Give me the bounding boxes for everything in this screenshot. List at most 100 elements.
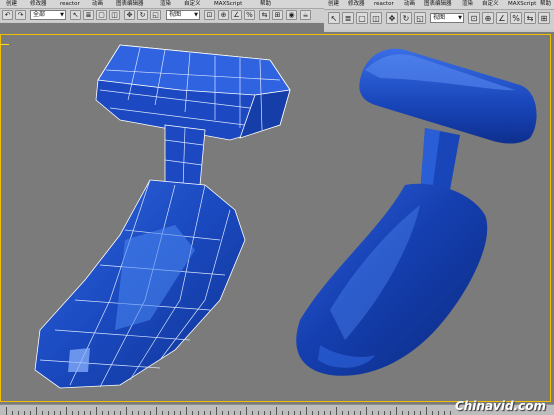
snap-button[interactable]: ⊕: [482, 12, 494, 24]
region-select-button[interactable]: ▢: [356, 12, 368, 24]
mirror-button[interactable]: ⇆: [259, 10, 270, 20]
align-button[interactable]: ⊞: [538, 12, 550, 24]
scale-button[interactable]: ◱: [414, 12, 426, 24]
select-button[interactable]: ↖: [328, 12, 340, 24]
low-poly-model[interactable]: [34, 44, 291, 389]
angle-snap-button[interactable]: ∠: [496, 12, 508, 24]
align-icon: ⊞: [274, 11, 281, 19]
rotate-button[interactable]: ↻: [400, 12, 412, 24]
snap-button[interactable]: ⊕: [218, 10, 229, 20]
pivot-icon: ⊡: [206, 11, 213, 19]
reference-coord-dropdown[interactable]: 视图 ▼: [430, 13, 464, 23]
smooth-model[interactable]: [296, 48, 537, 376]
menu-help[interactable]: 帮助: [260, 0, 271, 8]
time-slider-track[interactable]: Chinavid.com: [0, 399, 554, 415]
timeline-tick: [150, 411, 151, 415]
timeline-tick: [426, 407, 427, 415]
timeline-tick: [180, 411, 181, 415]
chevron-down-icon: ▼: [458, 15, 462, 21]
rotate-button[interactable]: ↻: [137, 10, 148, 20]
timeline-tick: [414, 411, 415, 415]
region-select-button[interactable]: ▢: [96, 10, 107, 20]
timeline-tick: [186, 407, 187, 415]
window-crossing-button[interactable]: ◫: [109, 10, 120, 20]
angle-snap-button[interactable]: ∠: [231, 10, 242, 20]
menu-modifiers[interactable]: 修改器: [348, 0, 365, 8]
menu-help[interactable]: 帮助: [540, 0, 551, 8]
menu-customize[interactable]: 自定义: [482, 0, 499, 8]
timeline-tick: [162, 411, 163, 415]
timeline-tick: [144, 411, 145, 415]
material-editor-button[interactable]: ◉: [286, 10, 297, 20]
timeline-tick: [132, 411, 133, 415]
angle-snap-icon: ∠: [498, 14, 506, 23]
menu-animation[interactable]: 动画: [92, 0, 103, 8]
menu-customize[interactable]: 自定义: [184, 0, 201, 8]
timeline-tick: [402, 411, 403, 415]
timeline-tick: [120, 411, 121, 415]
menu-graph-editors[interactable]: 图表编辑器: [116, 0, 144, 8]
percent-snap-button[interactable]: %: [244, 10, 255, 20]
menu-reactor[interactable]: reactor: [60, 0, 80, 8]
menu-rendering[interactable]: 渲染: [462, 0, 473, 8]
select-button[interactable]: ↖: [70, 10, 81, 20]
scale-button[interactable]: ◱: [150, 10, 161, 20]
menu-rendering[interactable]: 渲染: [160, 0, 171, 8]
timeline-tick: [174, 411, 175, 415]
timeline-tick: [78, 411, 79, 415]
mirror-button[interactable]: ⇆: [524, 12, 536, 24]
menu-graph-editors[interactable]: 图表编辑器: [424, 0, 452, 8]
timeline-tick: [360, 411, 361, 415]
max-screenshot: 创建 修改器 reactor 动画 图表编辑器 渲染 自定义 MAXScript…: [0, 0, 554, 415]
menu-maxscript[interactable]: MAXScript: [508, 0, 536, 8]
rotate-icon: ↻: [139, 11, 146, 19]
timeline-tick: [210, 411, 211, 415]
render-button[interactable]: ☕: [300, 10, 311, 20]
move-icon: ✥: [126, 11, 133, 19]
reference-coord-dropdown[interactable]: 视图 ▼: [166, 10, 200, 20]
align-icon: ⊞: [540, 14, 548, 23]
timeline-tick: [282, 411, 283, 415]
timeline-tick: [336, 407, 337, 415]
selection-filter-dropdown[interactable]: 全部 ▼: [30, 10, 66, 20]
timeline-tick: [36, 407, 37, 415]
reference-coord-value: 视图: [169, 11, 182, 18]
select-by-name-button[interactable]: ≣: [83, 10, 94, 20]
timeline-tick: [306, 407, 307, 415]
timeline-tick: [324, 411, 325, 415]
render-icon: ☕: [302, 11, 309, 19]
move-button[interactable]: ✥: [124, 10, 135, 20]
percent-snap-button[interactable]: %: [510, 12, 522, 24]
pivot-button[interactable]: ⊡: [204, 10, 215, 20]
align-button[interactable]: ⊞: [272, 10, 283, 20]
timeline-tick: [192, 411, 193, 415]
timeline-tick: [378, 411, 379, 415]
select-region-icon: ▢: [98, 11, 105, 19]
pivot-button[interactable]: ⊡: [468, 12, 480, 24]
menu-reactor[interactable]: reactor: [374, 0, 394, 8]
timeline-tick: [354, 411, 355, 415]
menu-create[interactable]: 创建: [6, 0, 17, 8]
timeline-tick: [96, 407, 97, 415]
select-by-name-button[interactable]: ≣: [342, 12, 354, 24]
timeline-tick: [384, 411, 385, 415]
timeline-tick: [294, 411, 295, 415]
timeline-tick: [156, 407, 157, 415]
timeline-tick: [168, 411, 169, 415]
crossing-icon: ◫: [372, 14, 380, 23]
scale-icon: ◱: [416, 14, 424, 23]
timeline-tick: [342, 411, 343, 415]
timeline-tick: [72, 411, 73, 415]
menu-animation[interactable]: 动画: [404, 0, 415, 8]
move-button[interactable]: ✥: [386, 12, 398, 24]
redo-button[interactable]: ↷: [15, 10, 26, 20]
menu-maxscript[interactable]: MAXScript: [214, 0, 242, 8]
undo-button[interactable]: ↶: [2, 10, 13, 20]
timeline-tick: [264, 411, 265, 415]
right-main-toolbar: ↖ ≣ ▢ ◫ ✥ ↻ ◱ 视图 ▼ ⊡ ⊕ ∠ % ⇆ ⊞: [324, 10, 554, 30]
window-crossing-button[interactable]: ◫: [370, 12, 382, 24]
menu-create[interactable]: 创建: [328, 0, 339, 8]
timeline-tick: [348, 411, 349, 415]
menu-modifiers[interactable]: 修改器: [30, 0, 47, 8]
timeline-tick: [408, 411, 409, 415]
